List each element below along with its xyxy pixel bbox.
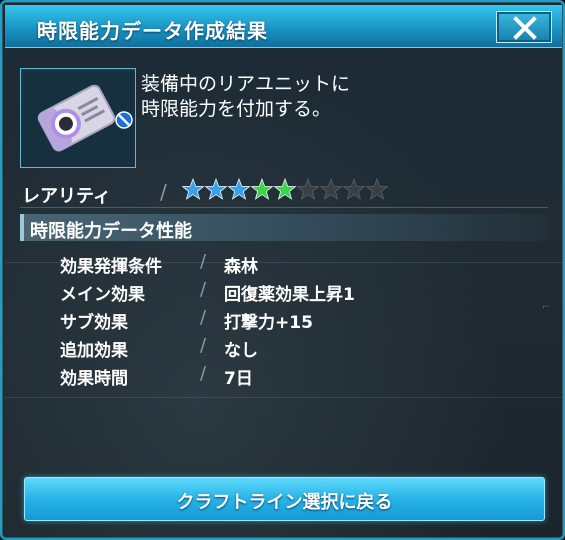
stat-value: 7日 xyxy=(224,369,253,389)
rarity-stars xyxy=(182,178,389,204)
stat-separator: / xyxy=(200,279,207,300)
stat-value: 回復薬効果上昇1 xyxy=(224,285,355,305)
background-line xyxy=(5,397,562,398)
stat-value: 森林 xyxy=(224,257,258,277)
decorative-mark: ⌐ xyxy=(542,302,551,313)
rarity-star-empty xyxy=(319,178,343,200)
stat-separator: / xyxy=(200,335,207,356)
back-button-label: クラフトライン選択に戻る xyxy=(176,492,393,513)
stat-label: メイン効果 xyxy=(60,285,145,305)
section-title: 時限能力データ性能 xyxy=(30,221,192,242)
stat-value: なし xyxy=(224,341,258,361)
rarity-stars-svg xyxy=(182,178,389,200)
item-description: 装備中のリアユニットに 時限能力を付加する。 xyxy=(141,73,351,120)
rarity-separator: / xyxy=(160,180,167,204)
stat-separator: / xyxy=(200,251,207,272)
rarity-star-empty xyxy=(342,178,366,200)
section-header: 時限能力データ性能 xyxy=(20,214,548,242)
close-icon xyxy=(513,16,537,40)
stat-separator: / xyxy=(200,307,207,328)
title-bar: 時限能力データ作成結果 xyxy=(5,5,562,48)
no-entry-icon xyxy=(115,111,133,129)
item-icon-frame xyxy=(20,68,136,168)
close-button[interactable] xyxy=(496,11,552,43)
rarity-star-filled xyxy=(273,178,297,200)
stat-label: 効果時間 xyxy=(60,369,128,389)
back-to-craft-line-button[interactable]: クラフトライン選択に戻る xyxy=(24,477,545,521)
rarity-star-filled xyxy=(182,178,205,200)
stat-separator: / xyxy=(200,363,207,384)
divider xyxy=(20,207,548,208)
dialog-title: 時限能力データ作成結果 xyxy=(37,19,268,43)
stat-label: 追加効果 xyxy=(60,341,128,361)
result-dialog: 時限能力データ作成結果 装備中のリアユニットに 時限能力を付加する。 レアリティ… xyxy=(0,0,565,540)
rarity-star-empty xyxy=(365,178,389,200)
stat-label: サブ効果 xyxy=(60,313,128,333)
stat-value: 打撃力+15 xyxy=(224,313,313,333)
rarity-star-filled xyxy=(204,178,228,200)
rarity-star-filled xyxy=(250,178,274,200)
stat-label: 効果発揮条件 xyxy=(60,257,162,277)
rarity-star-empty xyxy=(296,178,320,200)
rarity-label: レアリティ xyxy=(22,186,111,207)
rarity-star-filled xyxy=(227,178,251,200)
